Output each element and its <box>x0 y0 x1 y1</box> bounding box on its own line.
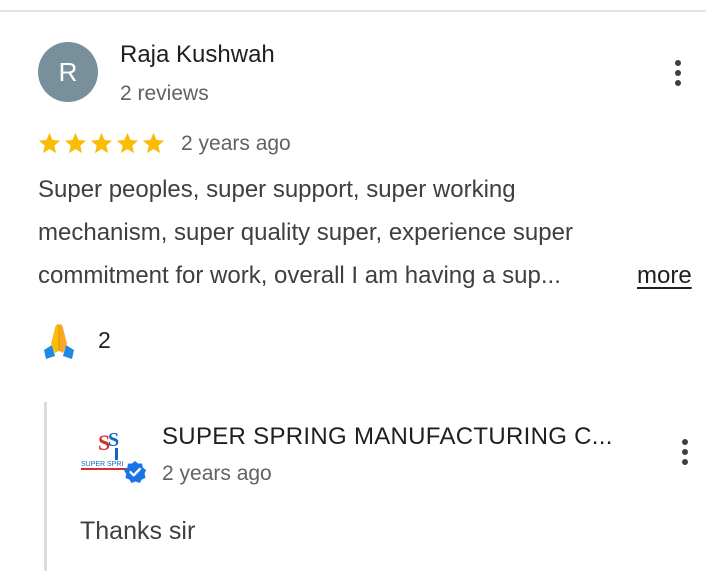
star-icon <box>64 132 87 154</box>
star-icon <box>90 132 113 154</box>
review-text-line: commitment for work, overall I am having… <box>38 262 561 289</box>
logo-text: SUPER SPRI <box>81 461 123 468</box>
review-time: 2 years ago <box>181 132 291 155</box>
top-divider <box>0 10 706 12</box>
more-link[interactable]: more <box>637 254 692 297</box>
reply-more-options-icon[interactable] <box>673 432 697 472</box>
reviewer-name[interactable]: Raja Kushwah <box>120 41 275 69</box>
reviewer-review-count[interactable]: 2 reviews <box>120 82 209 106</box>
review-text: Super peoples, super support, super work… <box>38 168 648 297</box>
svg-text:S: S <box>108 429 119 451</box>
reaction-button[interactable]: 2 <box>40 320 111 360</box>
folded-hands-icon <box>44 324 74 359</box>
star-icon <box>142 132 165 154</box>
reply-time: 2 years ago <box>162 462 272 485</box>
reply-indent-bar <box>44 402 47 571</box>
owner-name[interactable]: SUPER SPRING MANUFACTURING C... <box>162 423 613 451</box>
verified-badge-icon <box>124 461 146 483</box>
review-text-line: mechanism, super quality super, experien… <box>38 219 573 246</box>
star-icon <box>116 132 139 154</box>
star-rating <box>37 131 166 156</box>
reply-text: Thanks sir <box>80 517 196 545</box>
review-more-options-icon[interactable] <box>666 53 690 93</box>
review-text-line: Super peoples, super support, super work… <box>38 176 516 203</box>
reviewer-avatar[interactable]: R <box>38 42 98 102</box>
reaction-count: 2 <box>98 326 111 353</box>
avatar-initial: R <box>58 56 78 87</box>
star-icon <box>38 132 61 154</box>
owner-logo[interactable]: S S SUPER SPRI <box>81 426 149 484</box>
